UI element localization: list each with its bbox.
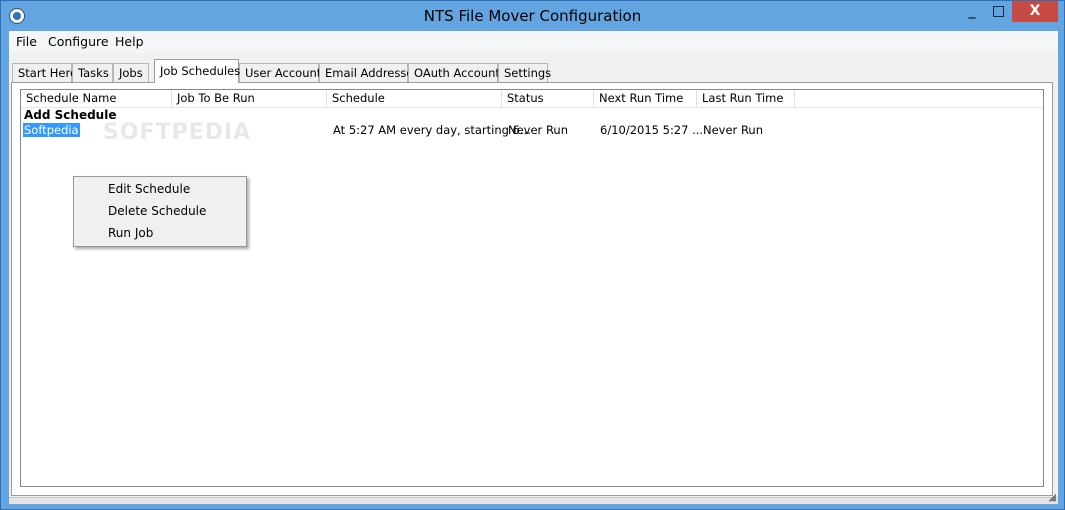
column-status[interactable]: Status xyxy=(502,90,594,107)
last-run-cell[interactable]: Never Run xyxy=(703,123,763,137)
tab-settings[interactable]: Settings xyxy=(498,63,551,82)
next-run-cell[interactable]: 6/10/2015 5:27 ... xyxy=(600,123,703,137)
schedule-cell[interactable]: At 5:27 AM every day, starting 6... xyxy=(333,123,531,137)
tab-oauth-accounts[interactable]: OAuth Accounts xyxy=(408,63,506,82)
window-title: NTS File Mover Configuration xyxy=(423,7,642,25)
schedule-name-cell[interactable]: Softpedia xyxy=(23,123,80,137)
status-cell[interactable]: Never Run xyxy=(508,123,568,137)
menu-help[interactable]: Help xyxy=(115,34,144,49)
list-header: Schedule Name Job To Be Run Schedule Sta… xyxy=(21,90,1043,108)
column-next-run-time[interactable]: Next Run Time xyxy=(594,90,697,107)
watermark: SOFTPEDIA xyxy=(103,120,252,145)
column-schedule-name[interactable]: Schedule Name xyxy=(21,90,172,107)
status-strip: ◢ xyxy=(9,492,1058,504)
tab-strip: Start Here Tasks Jobs Job Schedules User… xyxy=(9,59,1058,83)
tab-user-accounts[interactable]: User Accounts xyxy=(239,63,327,82)
schedule-list[interactable]: Schedule Name Job To Be Run Schedule Sta… xyxy=(20,89,1044,487)
minimize-button[interactable]: _ xyxy=(959,1,985,22)
column-last-run-time[interactable]: Last Run Time xyxy=(697,90,795,107)
menu-item-run-job[interactable]: Run Job xyxy=(108,226,153,240)
menu-file[interactable]: File xyxy=(16,34,37,49)
menu-item-delete-schedule[interactable]: Delete Schedule xyxy=(108,204,206,218)
column-job-to-be-run[interactable]: Job To Be Run xyxy=(172,90,327,107)
maximize-button[interactable]: □ xyxy=(985,1,1012,22)
tab-jobs[interactable]: Jobs xyxy=(113,63,149,82)
client-area: File Configure Help Start Here Tasks Job… xyxy=(9,31,1058,504)
resize-grip-icon[interactable]: ◢ xyxy=(1048,492,1056,503)
tab-email-addresses[interactable]: Email Addresses xyxy=(319,63,419,82)
menu-item-edit-schedule[interactable]: Edit Schedule xyxy=(108,182,190,196)
column-schedule[interactable]: Schedule xyxy=(327,90,502,107)
tab-start-here[interactable]: Start Here xyxy=(12,63,77,82)
tab-tasks[interactable]: Tasks xyxy=(72,63,113,82)
context-menu: Edit Schedule Delete Schedule Run Job xyxy=(73,176,247,247)
job-schedules-panel: Schedule Name Job To Be Run Schedule Sta… xyxy=(11,82,1053,496)
close-button[interactable]: X xyxy=(1012,1,1058,22)
menu-bar: File Configure Help xyxy=(9,31,1058,53)
tab-job-schedules[interactable]: Job Schedules xyxy=(154,59,240,83)
title-bar[interactable]: NTS File Mover Configuration _ □ X xyxy=(1,1,1064,31)
menu-configure[interactable]: Configure xyxy=(48,34,109,49)
app-window: NTS File Mover Configuration _ □ X File … xyxy=(0,0,1065,510)
